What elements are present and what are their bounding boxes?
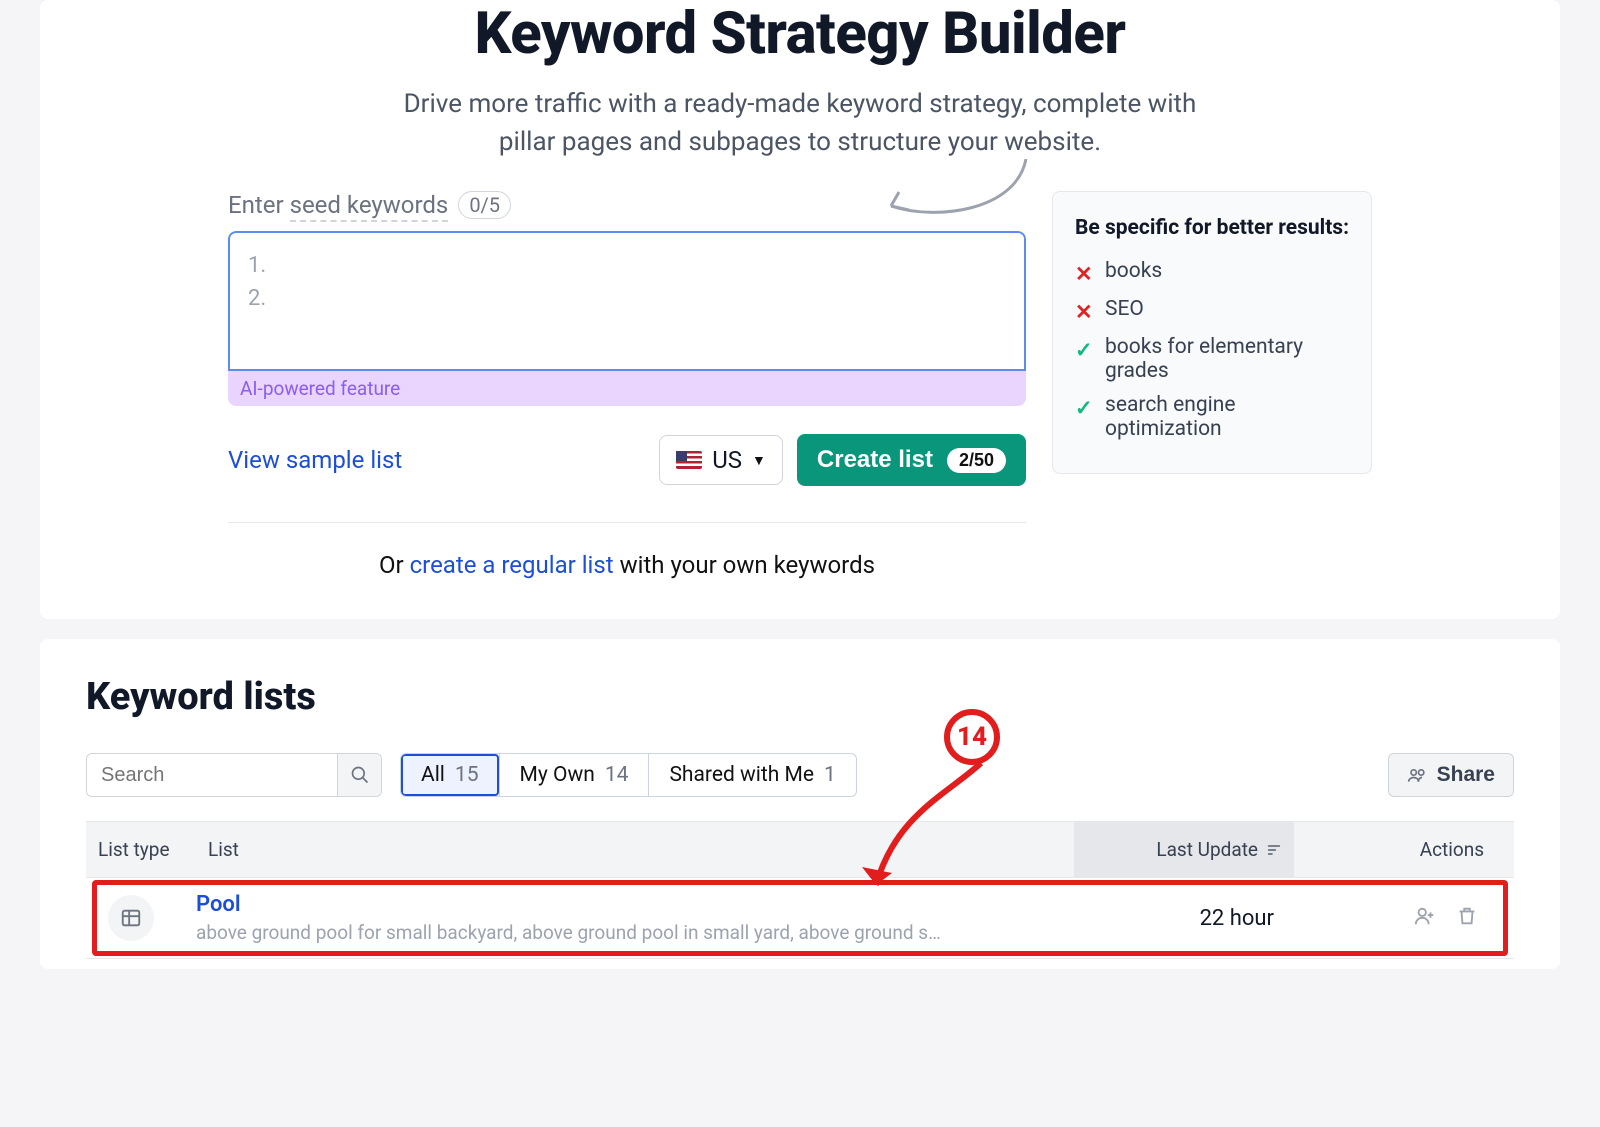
list-description: above ground pool for small backyard, ab… <box>196 921 1016 944</box>
chevron-down-icon: ▼ <box>752 452 766 469</box>
tab-count: 14 <box>605 763 629 787</box>
check-icon: ✓ <box>1075 338 1095 363</box>
seed-placeholder-1: 1. <box>248 249 1006 282</box>
lists-table: List type List Last Update Actions <box>86 821 1514 959</box>
seed-label-underline: seed keywords <box>290 191 449 222</box>
tab-shared[interactable]: Shared with Me 1 <box>649 754 855 796</box>
col-actions: Actions <box>1294 822 1514 877</box>
sort-icon <box>1266 842 1282 858</box>
list-name-link[interactable]: Pool <box>196 892 1074 917</box>
create-regular-list-link[interactable]: create a regular list <box>410 551 614 579</box>
tab-count: 15 <box>455 763 479 787</box>
trash-icon <box>1456 905 1478 927</box>
x-icon: ✕ <box>1075 300 1095 325</box>
x-icon: ✕ <box>1075 262 1095 287</box>
col-list: List <box>196 822 1074 877</box>
or-suffix: with your own keywords <box>614 551 875 579</box>
search-icon <box>350 765 370 785</box>
keyword-lists-card: Keyword lists All 15 My Own 14 <box>40 639 1560 969</box>
tip-text: books <box>1105 259 1162 283</box>
share-icon <box>1407 765 1427 785</box>
seed-counter-badge: 0/5 <box>458 191 511 219</box>
tab-all[interactable]: All 15 <box>401 754 500 796</box>
search-input[interactable] <box>87 754 337 796</box>
or-prefix: Or <box>379 551 410 579</box>
or-line: Or create a regular list with your own k… <box>228 551 1026 579</box>
col-list-type: List type <box>86 822 196 877</box>
page-title: Keyword Strategy Builder <box>40 0 1560 68</box>
create-list-button[interactable]: Create list 2/50 <box>797 434 1026 486</box>
flag-us-icon <box>676 451 702 469</box>
annotation-badge: 14 <box>944 709 1000 765</box>
tip-item: ✓ books for elementary grades <box>1075 335 1349 383</box>
table-header: List type List Last Update Actions <box>86 821 1514 878</box>
share-button[interactable]: Share <box>1388 753 1514 797</box>
actions-cell <box>1294 905 1514 931</box>
delete-button[interactable] <box>1456 905 1478 931</box>
add-user-icon <box>1414 905 1436 927</box>
search-button[interactable] <box>337 754 381 796</box>
search-wrap <box>86 753 382 797</box>
hero: Keyword Strategy Builder Drive more traf… <box>40 0 1560 161</box>
check-icon: ✓ <box>1075 396 1095 421</box>
seed-placeholder-2: 2. <box>248 282 1006 315</box>
tab-my-own[interactable]: My Own 14 <box>500 754 650 796</box>
list-filter-tabs: All 15 My Own 14 Shared with Me 1 <box>400 753 857 797</box>
tab-label: All <box>421 763 445 787</box>
builder-card: Keyword Strategy Builder Drive more traf… <box>40 0 1560 619</box>
tip-text: search engine optimization <box>1105 393 1349 441</box>
country-code: US <box>712 446 742 474</box>
col-last-update[interactable]: Last Update <box>1074 822 1294 877</box>
table-icon <box>108 895 154 941</box>
view-sample-link[interactable]: View sample list <box>228 446 402 474</box>
create-list-label: Create list <box>817 446 933 474</box>
share-label: Share <box>1437 763 1495 787</box>
seed-keywords-input[interactable]: 1. 2. <box>228 231 1026 371</box>
tip-text: SEO <box>1105 297 1144 321</box>
add-user-button[interactable] <box>1414 905 1436 931</box>
tab-count: 1 <box>824 763 836 787</box>
arrow-decoration-icon <box>876 151 1036 231</box>
tip-text: books for elementary grades <box>1105 335 1349 383</box>
divider <box>228 522 1026 523</box>
table-row[interactable]: Pool above ground pool for small backyar… <box>86 878 1514 959</box>
ai-feature-tag: AI-powered feature <box>228 371 1026 406</box>
tab-label: Shared with Me <box>669 763 814 787</box>
create-list-counter: 2/50 <box>947 448 1006 473</box>
list-cell: Pool above ground pool for small backyar… <box>196 892 1074 944</box>
page-subtitle: Drive more traffic with a ready-made key… <box>390 86 1210 161</box>
seed-label-prefix: Enter <box>228 191 290 219</box>
lists-title: Keyword lists <box>86 675 1514 719</box>
tab-label: My Own <box>520 763 595 787</box>
builder-left: Enter seed keywords 0/5 1. 2. AI-powered… <box>228 191 1026 579</box>
tip-item: ✕ books <box>1075 259 1349 287</box>
country-select[interactable]: US ▼ <box>659 435 783 485</box>
tip-item: ✕ SEO <box>1075 297 1349 325</box>
tips-panel: Be specific for better results: ✕ books ✕… <box>1052 191 1372 473</box>
tips-title: Be specific for better results: <box>1075 214 1349 242</box>
last-update-cell: 22 hour <box>1074 906 1294 931</box>
list-type-cell <box>86 895 196 941</box>
tip-item: ✓ search engine optimization <box>1075 393 1349 441</box>
